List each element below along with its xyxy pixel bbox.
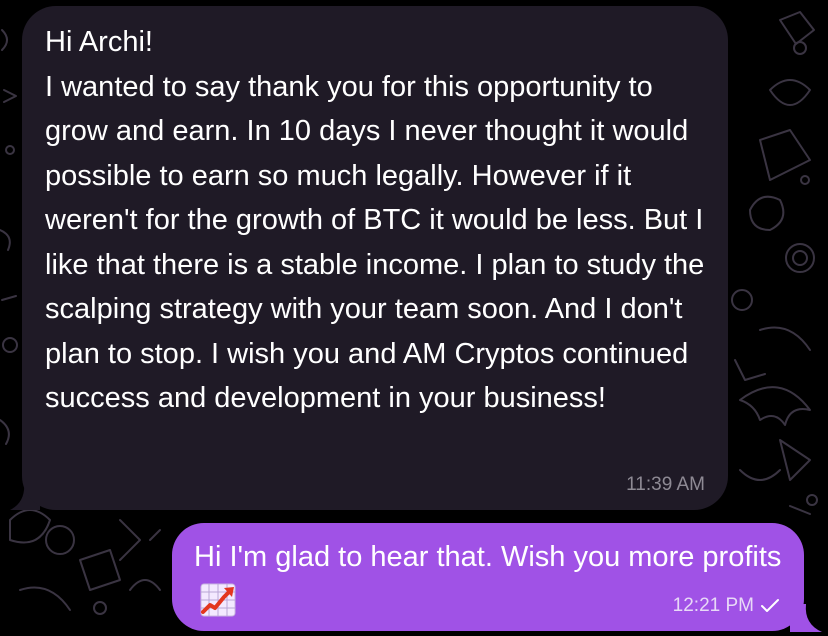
- outgoing-message-meta: 12:21 PM: [673, 595, 780, 617]
- outgoing-message-time: 12:21 PM: [672, 595, 754, 616]
- incoming-message-time: 11:39 AM: [626, 474, 705, 495]
- chart-increasing-icon: [200, 583, 236, 616]
- incoming-message-text: Hi Archi! I wanted to say thank you for …: [45, 26, 705, 414]
- sent-check-icon: [761, 599, 779, 612]
- outgoing-message-bubble[interactable]: Hi I'm glad to hear that. Wish you more …: [172, 523, 804, 631]
- incoming-message-bubble[interactable]: Hi Archi! I wanted to say thank you for …: [22, 6, 728, 510]
- outgoing-message-text: Hi I'm glad to hear that. Wish you more …: [194, 541, 782, 573]
